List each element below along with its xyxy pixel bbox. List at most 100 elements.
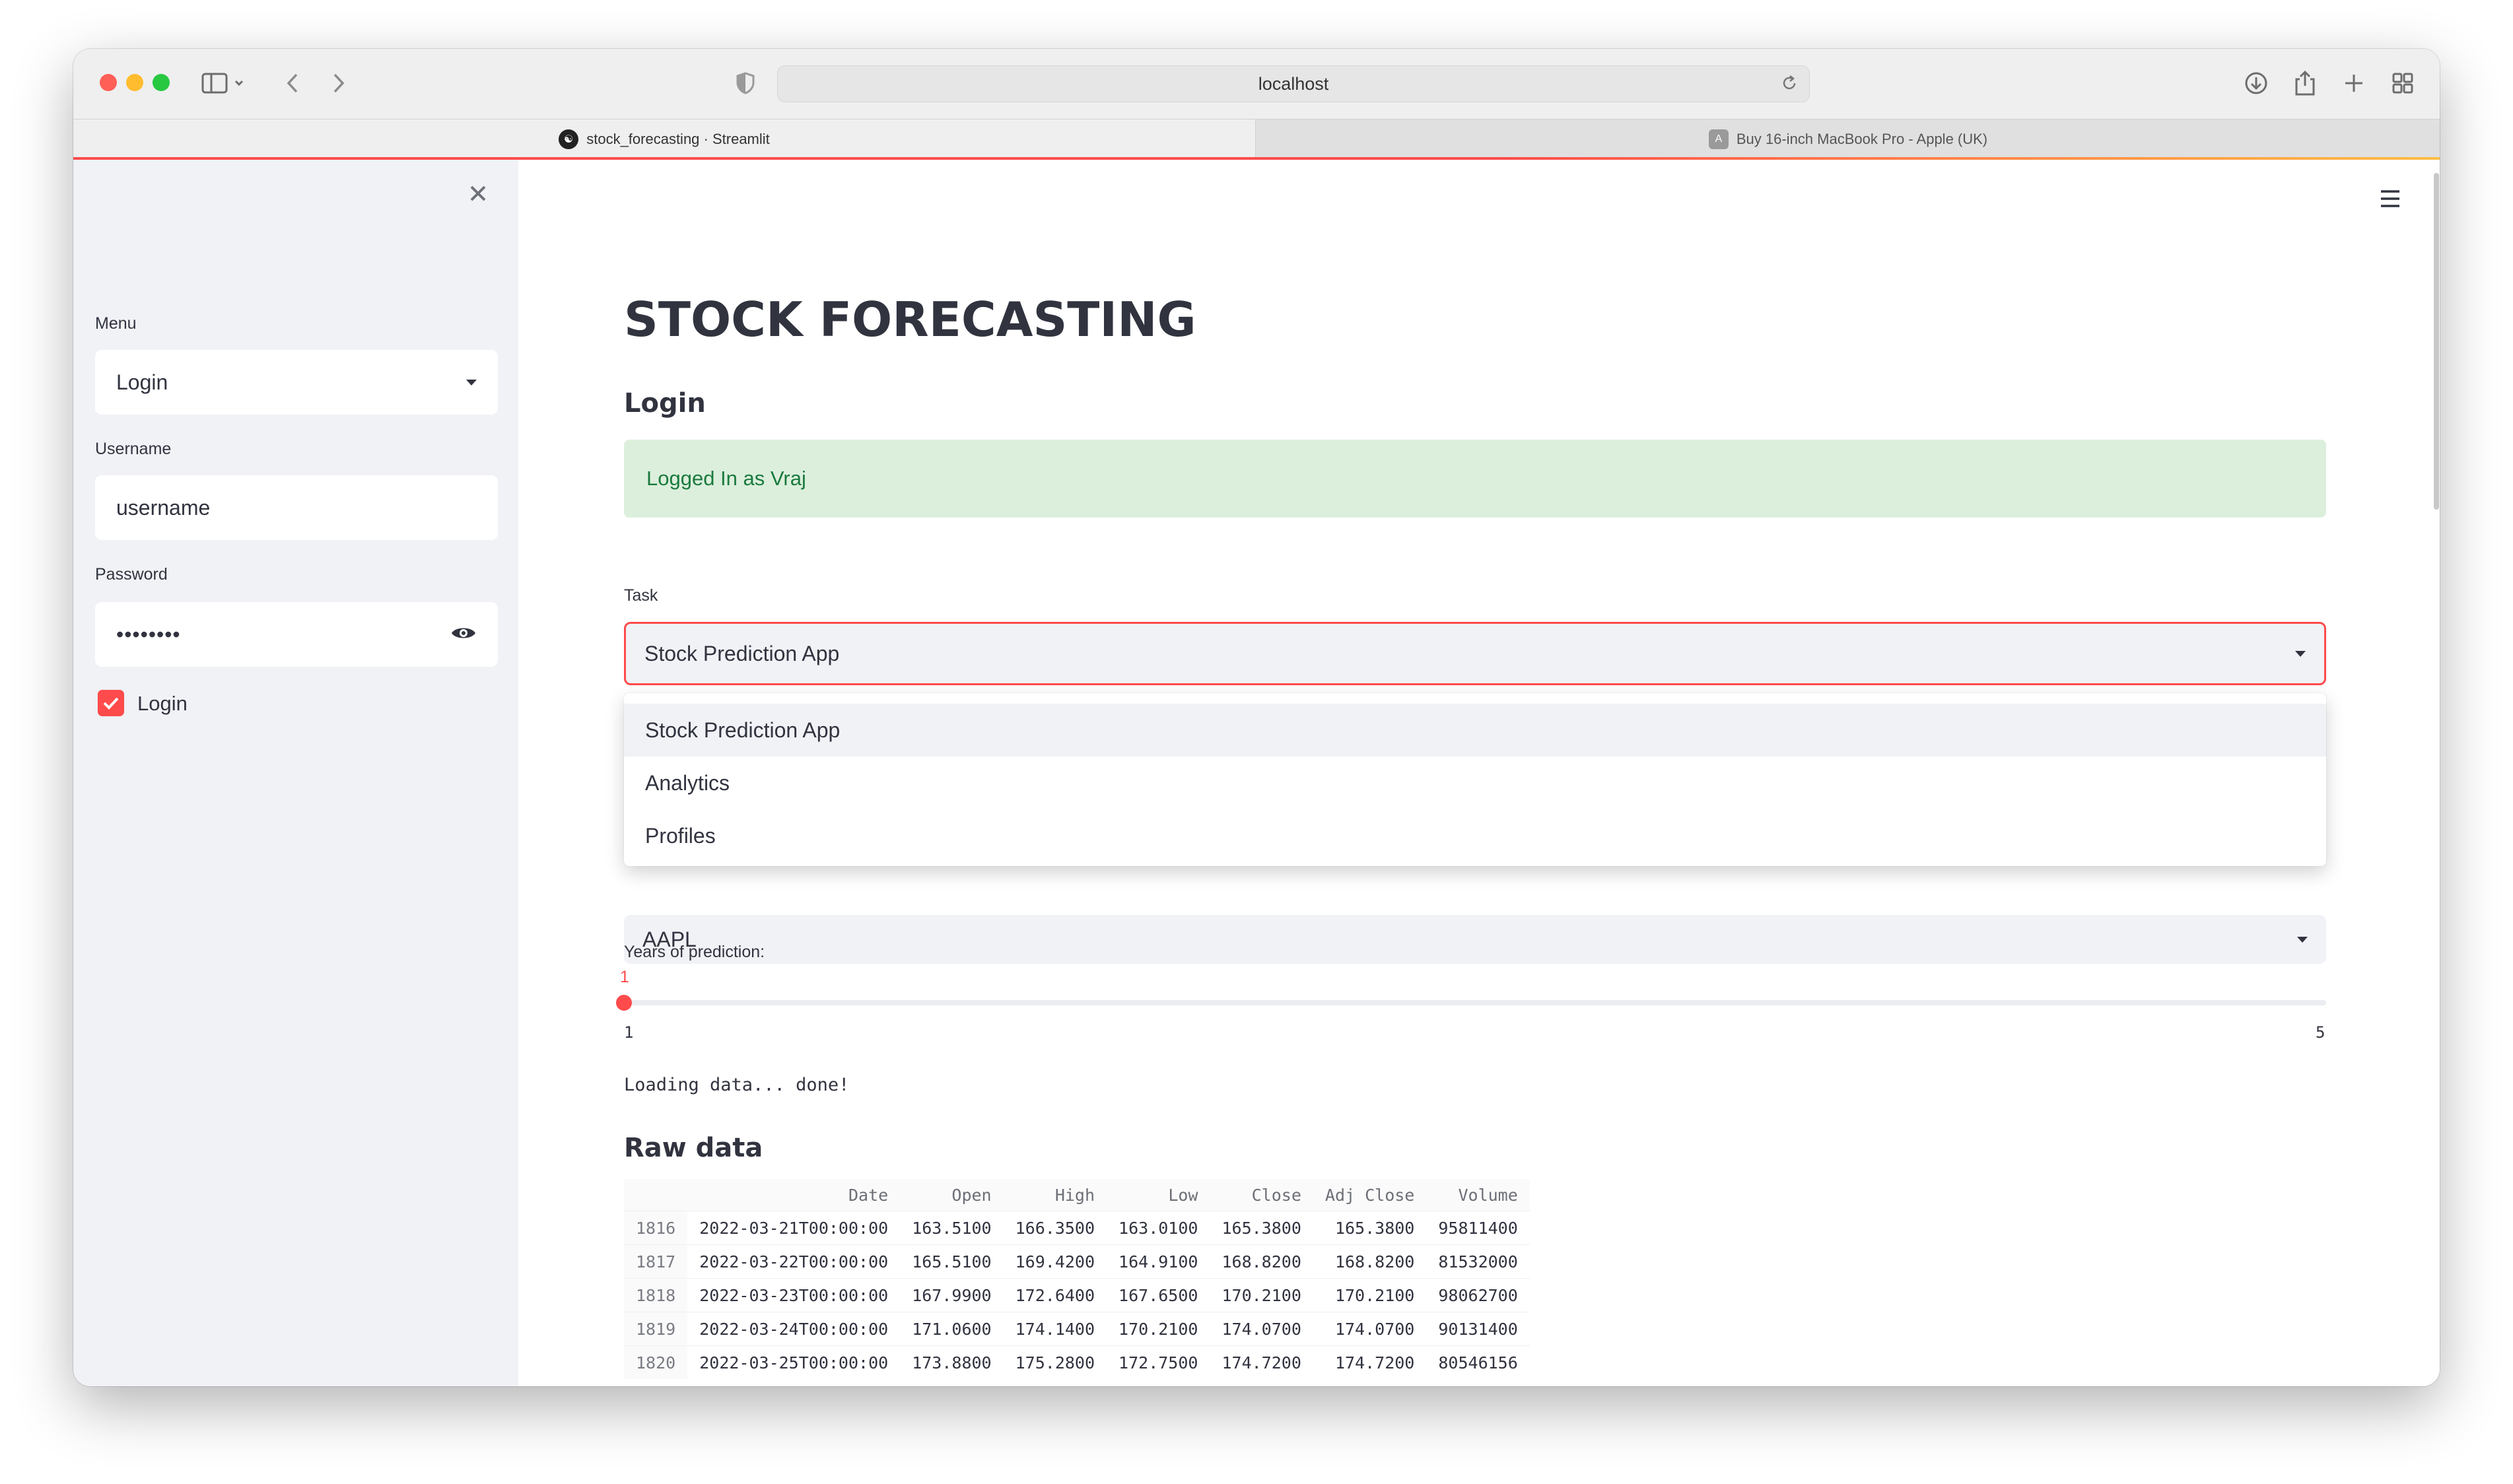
table-cell: 2022-03-24T00:00:00	[687, 1312, 901, 1346]
browser-titlebar: localhost	[73, 49, 2440, 119]
task-select-value: Stock Prediction App	[644, 641, 840, 665]
column-header[interactable]	[624, 1179, 688, 1211]
table-cell: 175.2800	[1003, 1345, 1107, 1379]
table-row: 1818 2022-03-23T00:00:00 167.9900 172.64…	[624, 1278, 1530, 1312]
sidebar-toggle-icon[interactable]	[196, 65, 253, 102]
username-label: Username	[95, 440, 172, 458]
row-index: 1818	[624, 1278, 688, 1312]
dropdown-option[interactable]: Profiles	[624, 809, 2326, 862]
table-cell: 172.6400	[1003, 1278, 1107, 1312]
column-header[interactable]: Volume	[1426, 1179, 1530, 1211]
table-cell: 169.4200	[1003, 1244, 1107, 1279]
table-row: 1820 2022-03-25T00:00:00 173.8800 175.28…	[624, 1345, 1530, 1379]
page-title: STOCK FORECASTING	[624, 292, 1196, 347]
slider-track[interactable]	[624, 1000, 2326, 1005]
success-alert-text: Logged In as Vraj	[646, 467, 806, 490]
table-cell: 168.8200	[1313, 1244, 1427, 1279]
table-cell: 174.7200	[1313, 1345, 1427, 1379]
tab-stock-forecasting[interactable]: ☯ stock_forecasting · Streamlit	[73, 119, 1255, 159]
hamburger-menu-icon[interactable]	[2379, 189, 2401, 209]
streamlit-favicon-icon: ☯	[559, 129, 579, 149]
downloads-icon[interactable]	[2238, 65, 2275, 102]
stock-select[interactable]: AAPL	[624, 915, 2326, 964]
row-index: 1817	[624, 1244, 688, 1279]
table-cell: 95811400	[1426, 1211, 1530, 1245]
new-tab-icon[interactable]	[2335, 65, 2372, 102]
raw-data-table: Date Open High Low Close Adj Close Volum…	[624, 1179, 1530, 1379]
table-cell: 164.9100	[1107, 1244, 1210, 1279]
slider-label: Years of prediction:	[624, 943, 765, 961]
table-cell: 90131400	[1426, 1312, 1530, 1346]
task-select[interactable]: Stock Prediction App	[624, 622, 2326, 685]
login-checkbox[interactable]	[98, 690, 124, 716]
menu-select[interactable]: Login	[95, 350, 498, 415]
minimize-window-button[interactable]	[126, 74, 143, 91]
loading-status-text: Loading data... done!	[624, 1075, 850, 1095]
table-cell: 98062700	[1426, 1278, 1530, 1312]
table-cell: 172.7500	[1107, 1345, 1210, 1379]
show-password-eye-icon[interactable]	[450, 623, 477, 647]
zoom-window-button[interactable]	[153, 74, 170, 91]
close-window-button[interactable]	[100, 74, 117, 91]
slider-min: 1	[624, 1023, 634, 1042]
table-cell: 81532000	[1426, 1244, 1530, 1279]
table-cell: 165.3800	[1313, 1211, 1427, 1245]
username-input-value: username	[116, 495, 211, 520]
privacy-shield-icon[interactable]	[727, 65, 764, 102]
column-header[interactable]: Adj Close	[1313, 1179, 1427, 1211]
forward-icon[interactable]	[320, 65, 357, 102]
reload-icon[interactable]	[1780, 74, 1799, 97]
task-dropdown-menu: Stock Prediction App Analytics Profiles	[624, 693, 2326, 866]
close-sidebar-icon[interactable]	[467, 182, 489, 205]
table-row: 1819 2022-03-24T00:00:00 171.0600 174.14…	[624, 1312, 1530, 1346]
apple-favicon-icon: A	[1708, 129, 1729, 149]
table-row: 1816 2022-03-21T00:00:00 163.5100 166.35…	[624, 1211, 1530, 1245]
share-icon[interactable]	[2287, 65, 2324, 102]
address-bar[interactable]: localhost	[777, 65, 1810, 102]
login-subheader: Login	[624, 388, 706, 419]
tab-title: stock_forecasting · Streamlit	[586, 131, 770, 147]
table-cell: 163.0100	[1107, 1211, 1210, 1245]
table-cell: 174.1400	[1003, 1312, 1107, 1346]
tab-bar: ☯ stock_forecasting · Streamlit A Buy 16…	[73, 119, 2440, 159]
scrollbar-thumb[interactable]	[2434, 173, 2439, 510]
password-label: Password	[95, 565, 168, 584]
raw-data-heading: Raw data	[624, 1133, 763, 1163]
table-cell: 2022-03-25T00:00:00	[687, 1345, 901, 1379]
tab-overview-icon[interactable]	[2384, 65, 2421, 102]
column-header[interactable]: Close	[1210, 1179, 1313, 1211]
column-header[interactable]: High	[1003, 1179, 1107, 1211]
table-cell: 174.7200	[1210, 1345, 1313, 1379]
menu-label: Menu	[95, 314, 137, 333]
tab-macbook-pro[interactable]: A Buy 16-inch MacBook Pro - Apple (UK)	[1255, 119, 2440, 159]
table-cell: 167.6500	[1107, 1278, 1210, 1312]
password-input[interactable]: ••••••••	[95, 602, 498, 667]
column-header[interactable]: Open	[900, 1179, 1004, 1211]
dropdown-option[interactable]: Stock Prediction App	[624, 704, 2326, 757]
slider-thumb[interactable]	[616, 995, 632, 1011]
username-input[interactable]: username	[95, 475, 498, 540]
table-cell: 2022-03-23T00:00:00	[687, 1278, 901, 1312]
chevron-down-icon	[466, 379, 477, 386]
table-cell: 170.2100	[1210, 1278, 1313, 1312]
main-content: STOCK FORECASTING Login Logged In as Vra…	[518, 160, 2430, 1386]
chevron-down-icon	[2295, 650, 2306, 657]
table-cell: 174.0700	[1313, 1312, 1427, 1346]
browser-window: localhost ☯ stock_forecasting · Streamli…	[73, 49, 2440, 1386]
table-cell: 2022-03-21T00:00:00	[687, 1211, 901, 1245]
password-input-value: ••••••••	[116, 622, 181, 646]
chevron-down-icon	[2297, 936, 2308, 943]
column-header[interactable]: Date	[687, 1179, 901, 1211]
row-index: 1820	[624, 1345, 688, 1379]
table-cell: 2022-03-22T00:00:00	[687, 1244, 901, 1279]
login-checkbox-label[interactable]: Login	[137, 692, 188, 716]
table-cell: 165.3800	[1210, 1211, 1313, 1245]
column-header[interactable]: Low	[1107, 1179, 1210, 1211]
dropdown-option[interactable]: Analytics	[624, 757, 2326, 809]
sidebar: Menu Login Username username Password ••…	[73, 160, 518, 1386]
back-icon[interactable]	[274, 65, 311, 102]
table-cell: 163.5100	[900, 1211, 1004, 1245]
table-cell: 174.0700	[1210, 1312, 1313, 1346]
table-cell: 168.8200	[1210, 1244, 1313, 1279]
table-cell: 170.2100	[1313, 1278, 1427, 1312]
